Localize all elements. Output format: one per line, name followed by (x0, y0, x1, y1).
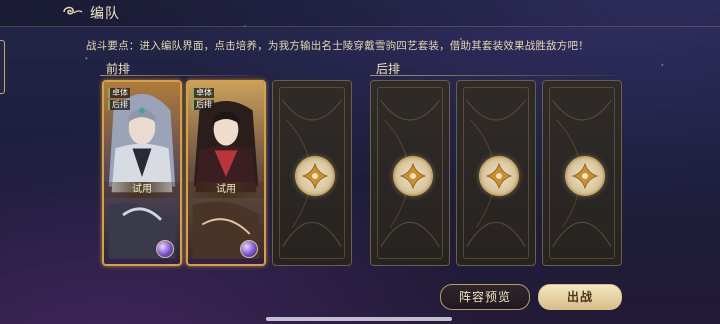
hero-tag: 卓体 (108, 88, 130, 98)
hero-tag: 后排 (108, 100, 130, 110)
empty-slot-emblem-icon (295, 156, 335, 196)
hero-card[interactable]: 卓体 后排 试用 (186, 80, 266, 266)
empty-slot[interactable] (370, 80, 450, 266)
orb-icon (240, 240, 258, 258)
trial-label: 试用 (188, 182, 264, 198)
lineup-preview-button[interactable]: 阵容预览 (440, 284, 530, 310)
empty-slot-emblem-icon (479, 156, 519, 196)
back-row-divider (370, 75, 620, 76)
swirl-icon (63, 6, 83, 15)
hero-card[interactable]: 卓体 后排 试用 (102, 80, 182, 266)
empty-slot[interactable] (542, 80, 622, 266)
sortie-button[interactable]: 出战 (538, 284, 622, 310)
home-indicator[interactable] (266, 317, 452, 321)
front-row-divider (100, 75, 260, 76)
battle-tip: 战斗要点：进入编队界面，点击培养，为我方输出名士陵穿戴雪驹四艺套装，借助其套装效… (86, 40, 589, 52)
top-bar: 编队 (0, 0, 720, 27)
side-tab[interactable] (0, 40, 5, 94)
empty-slot[interactable] (456, 80, 536, 266)
page-title: 编队 (90, 6, 120, 22)
hero-tag: 后排 (192, 100, 214, 110)
empty-slot-emblem-icon (565, 156, 605, 196)
empty-slot-emblem-icon (393, 156, 433, 196)
empty-slot[interactable] (272, 80, 352, 266)
hero-tag: 卓体 (192, 88, 214, 98)
trial-label: 试用 (104, 182, 180, 198)
orb-icon (156, 240, 174, 258)
